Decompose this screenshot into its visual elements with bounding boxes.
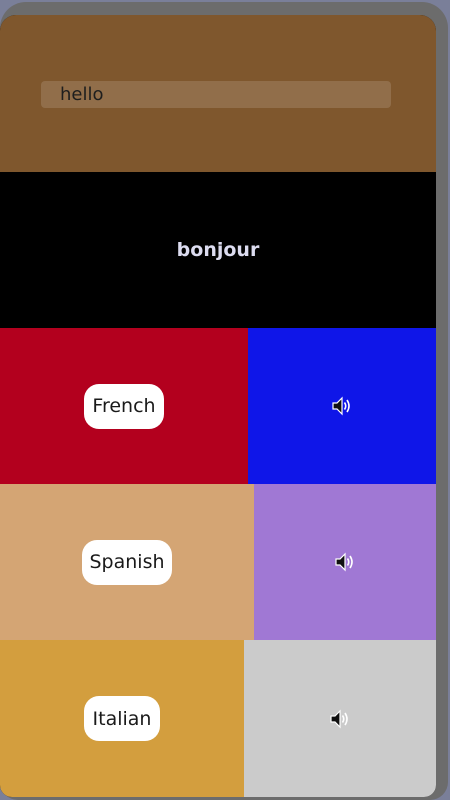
spanish-row-left: Spanish: [0, 484, 254, 640]
spanish-button[interactable]: Spanish: [82, 539, 172, 585]
french-speak-cell[interactable]: [248, 328, 436, 484]
italian-button[interactable]: Italian: [84, 696, 160, 741]
french-button[interactable]: French: [84, 383, 164, 429]
italian-speak-cell[interactable]: [244, 640, 436, 797]
french-row-left: French: [0, 328, 248, 484]
phrase-input[interactable]: hello: [41, 81, 391, 108]
french-button-label: French: [92, 395, 156, 417]
spanish-speak-cell[interactable]: [254, 484, 436, 640]
translation-output: bonjour: [0, 172, 436, 328]
speaker-icon[interactable]: [334, 552, 356, 572]
spanish-button-label: Spanish: [89, 551, 165, 573]
italian-button-label: Italian: [92, 707, 152, 730]
translation-text: bonjour: [176, 239, 260, 261]
app-screen: hello bonjour French Spanish Italian: [0, 15, 436, 797]
phone-frame: hello bonjour French Spanish Italian: [0, 2, 448, 800]
speaker-icon[interactable]: [331, 396, 353, 416]
italian-row-left: Italian: [0, 640, 244, 797]
speaker-icon[interactable]: [329, 709, 351, 729]
input-panel: hello: [0, 15, 436, 172]
